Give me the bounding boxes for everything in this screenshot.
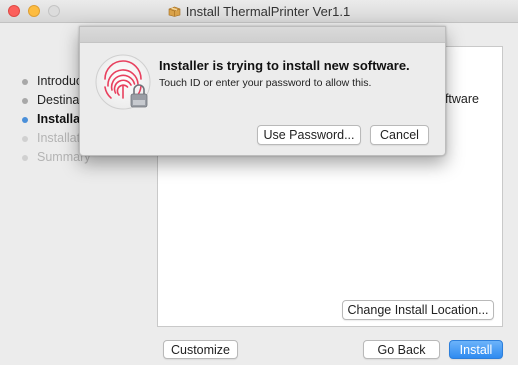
step-label: Installat [37, 112, 85, 126]
step-label: Installati [37, 131, 83, 145]
dialog-title: Installer is trying to install new softw… [159, 58, 410, 73]
window-title-area: Install ThermalPrinter Ver1.1 [0, 4, 518, 19]
step-label: Destinat [37, 93, 83, 107]
customize-button[interactable]: Customize [163, 340, 238, 359]
installer-window: Install ThermalPrinter Ver1.1 Introduc D… [0, 0, 518, 365]
go-back-button[interactable]: Go Back [363, 340, 440, 359]
cancel-button[interactable]: Cancel [370, 125, 429, 145]
install-button[interactable]: Install [449, 340, 503, 359]
step-dot-icon [22, 98, 28, 104]
use-password-button[interactable]: Use Password... [257, 125, 361, 145]
dialog-subtitle: Touch ID or enter your password to allow… [159, 77, 372, 89]
authentication-dialog: Installer is trying to install new softw… [79, 26, 446, 156]
dialog-top-strip [80, 27, 445, 43]
step-dot-icon [22, 117, 28, 123]
fingerprint-lock-icon [95, 54, 153, 112]
change-install-location-button[interactable]: Change Install Location... [342, 300, 494, 320]
step-dot-icon [22, 155, 28, 161]
step-label: Introduc [37, 74, 83, 88]
package-icon [168, 5, 181, 17]
window-title: Install ThermalPrinter Ver1.1 [185, 4, 351, 19]
title-bar[interactable]: Install ThermalPrinter Ver1.1 [0, 0, 518, 23]
step-dot-icon [22, 136, 28, 142]
step-dot-icon [22, 79, 28, 85]
